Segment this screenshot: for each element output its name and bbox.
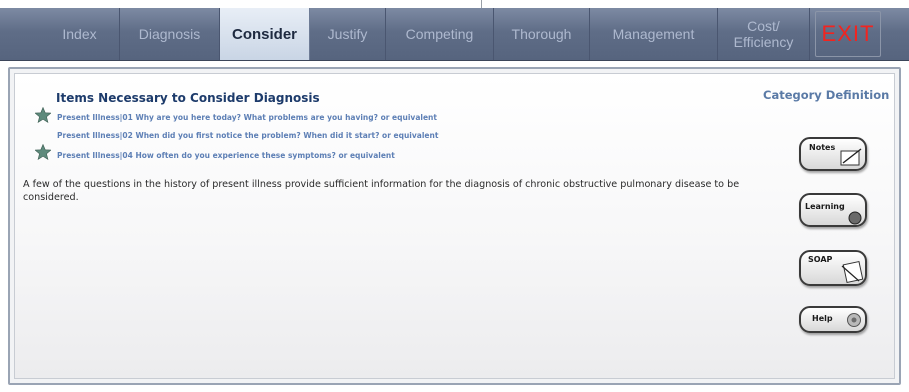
list-item[interactable]: Present Illness|04 How often do you expe… xyxy=(57,151,395,160)
tab-diagnosis[interactable]: Diagnosis xyxy=(120,8,220,60)
list-item[interactable]: Present Illness|02 When did you first no… xyxy=(57,131,438,140)
page-heading: Items Necessary to Consider Diagnosis xyxy=(56,91,320,105)
tab-competing-label: Competing xyxy=(405,26,474,42)
top-strip xyxy=(0,0,909,8)
exit-label: EXIT xyxy=(815,11,881,57)
learning-mouse-icon xyxy=(848,211,862,225)
tab-cost-efficiency-label: Cost/ Efficiency xyxy=(733,18,794,50)
help-icon xyxy=(847,313,861,327)
notes-pen-icon xyxy=(840,148,862,166)
help-button[interactable]: Help xyxy=(799,306,869,334)
notes-button-label: Notes xyxy=(809,143,836,152)
tab-justify[interactable]: Justify xyxy=(310,8,386,60)
tab-competing[interactable]: Competing xyxy=(386,8,494,60)
tab-cost-efficiency[interactable]: Cost/ Efficiency xyxy=(718,8,810,60)
star-icon xyxy=(35,107,51,123)
soap-document-icon xyxy=(841,260,864,284)
tab-diagnosis-label: Diagnosis xyxy=(138,26,201,42)
learning-button-label: Learning xyxy=(805,202,845,211)
tab-index[interactable]: Index xyxy=(40,8,120,60)
tab-thorough[interactable]: Thorough xyxy=(494,8,590,60)
star-icon xyxy=(35,144,51,160)
tab-consider-label: Consider xyxy=(231,25,297,43)
main-navbar: Index Diagnosis Consider Justify Competi… xyxy=(0,8,909,61)
exit-button[interactable]: EXIT xyxy=(810,8,886,60)
tab-thorough-label: Thorough xyxy=(511,26,572,42)
soap-button-label: SOAP xyxy=(808,255,833,264)
tab-justify-label: Justify xyxy=(327,26,368,42)
help-button-label: Help xyxy=(812,314,833,323)
list-item[interactable]: Present Illness|01 Why are you here toda… xyxy=(57,113,437,122)
top-divider xyxy=(481,0,482,8)
tab-consider[interactable]: Consider xyxy=(220,8,310,60)
soap-button[interactable]: SOAP xyxy=(799,250,869,288)
learning-button[interactable]: Learning xyxy=(799,193,869,229)
tab-index-label: Index xyxy=(62,26,97,42)
description-text: A few of the questions in the history of… xyxy=(23,179,740,203)
category-definition-link[interactable]: Category Definition xyxy=(763,88,889,102)
tab-management-label: Management xyxy=(612,26,695,42)
tab-management[interactable]: Management xyxy=(590,8,718,60)
notes-button[interactable]: Notes xyxy=(799,137,869,173)
